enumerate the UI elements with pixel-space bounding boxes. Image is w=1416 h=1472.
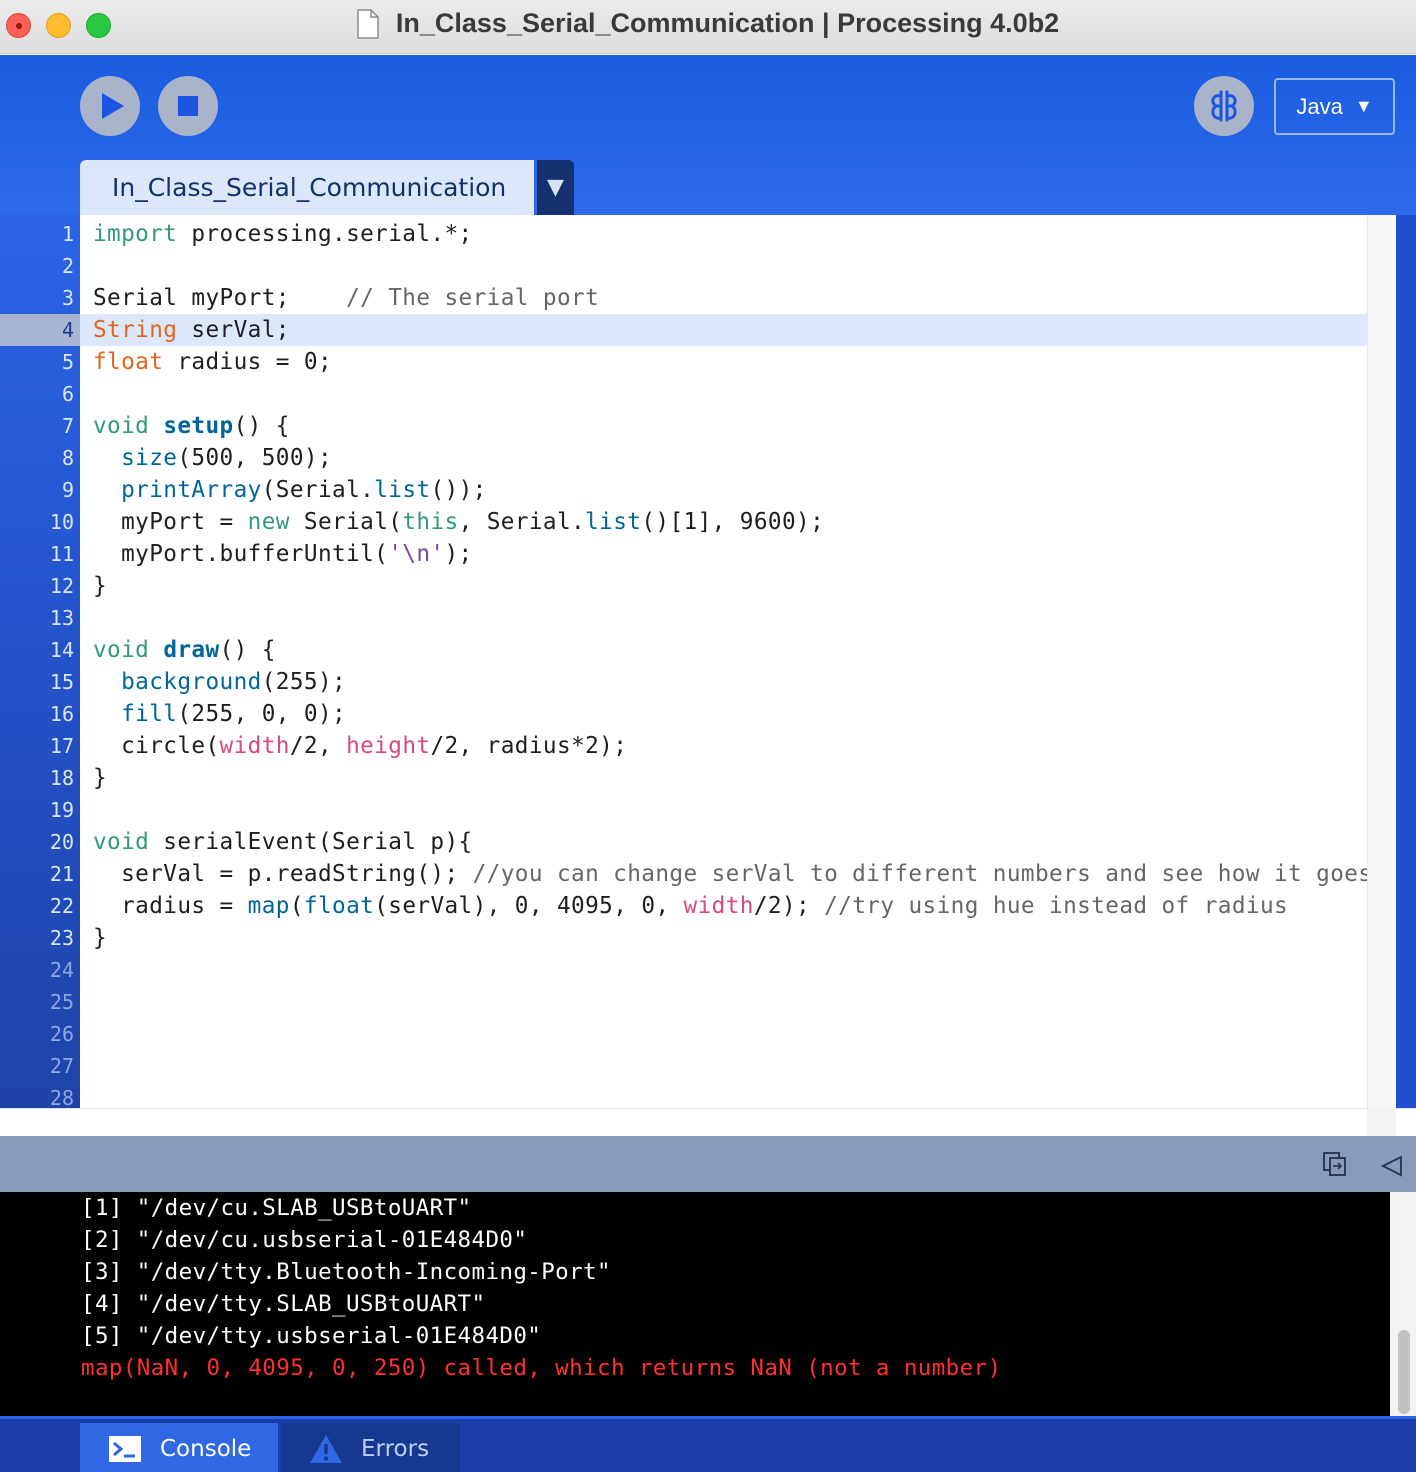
code-line: Serial myPort; // The serial port [93, 285, 600, 311]
editor-right-margin [1396, 215, 1416, 1108]
line-number: 20 [49, 830, 74, 854]
copy-icon[interactable] [1322, 1151, 1348, 1177]
tab-menu-button[interactable]: ▼ [537, 160, 574, 215]
tab-sketch[interactable]: In_Class_Serial_Communication [80, 160, 534, 215]
code-line: void draw() { [93, 637, 276, 663]
title-bar: In_Class_Serial_Communication | Processi… [0, 0, 1416, 54]
stop-icon [178, 96, 198, 116]
console-line: [1] "/dev/cu.SLAB_USBtoUART" [81, 1195, 472, 1221]
code-line: } [93, 925, 108, 951]
line-number: 3 [61, 286, 74, 310]
code-line: size(500, 500); [121, 445, 333, 471]
window-title: In_Class_Serial_Communication | Processi… [395, 8, 1060, 38]
code-line: serVal = p.readString(); //you can chang… [93, 861, 1367, 887]
console-line: [5] "/dev/tty.usbserial-01E484D0" [81, 1323, 542, 1349]
tab-console-label: Console [160, 1436, 252, 1462]
butterfly-icon [1211, 90, 1237, 122]
chevron-down-icon: ▼ [1354, 96, 1373, 116]
line-number: 13 [49, 606, 74, 630]
line-number: 14 [49, 638, 74, 662]
line-number: 9 [61, 478, 74, 502]
document-icon [357, 8, 379, 39]
console-error-line: map(NaN, 0, 4095, 0, 250) called, which … [81, 1355, 1002, 1381]
code-line: myPort = new Serial(this, Serial.list()[… [93, 509, 825, 535]
mode-label: Java [1296, 93, 1343, 119]
code-line: } [93, 765, 108, 791]
terminal-icon [109, 1436, 141, 1462]
line-number-gutter: 1 2 3 4 5 6 7 8 9 10 11 12 13 14 15 16 17 18 19 20 21 22 23 24 2… [0, 215, 80, 1108]
collapse-triangle-icon[interactable] [1380, 1154, 1404, 1178]
line-number: 22 [49, 894, 74, 918]
chevron-down-icon: ▼ [547, 175, 564, 200]
line-number: 26 [49, 1022, 74, 1046]
line-number: 10 [49, 510, 74, 534]
line-number: 18 [49, 766, 74, 790]
line-number: 24 [49, 958, 74, 982]
code-line: String serVal; [93, 317, 290, 343]
code-line: fill(255, 0, 0); [121, 701, 347, 727]
tab-label: In_Class_Serial_Communication [112, 173, 507, 202]
line-number: 1 [61, 222, 74, 246]
window-title-group: In_Class_Serial_Communication | Processi… [0, 8, 1416, 39]
line-number: 21 [49, 862, 74, 886]
tab-console[interactable]: Console [80, 1423, 278, 1472]
scrollbar-corner [1367, 1108, 1396, 1136]
editor-horizontal-scrollbar[interactable] [0, 1108, 1416, 1136]
code-line: void serialEvent(Serial p){ [93, 829, 473, 855]
line-number: 2 [61, 254, 74, 278]
console-output[interactable]: [1] "/dev/cu.SLAB_USBtoUART" [2] "/dev/c… [0, 1192, 1390, 1416]
code-line: circle(width/2, height/2, radius*2); [93, 733, 628, 759]
code-line: myPort.bufferUntil('\n'); [93, 541, 473, 567]
bottom-tab-bar: Console Errors [0, 1416, 1416, 1472]
play-icon [102, 93, 124, 119]
debug-button[interactable] [1194, 76, 1254, 136]
console-scroll-thumb[interactable] [1398, 1330, 1410, 1414]
editor-vertical-scrollbar[interactable] [1367, 215, 1396, 1108]
tab-errors[interactable]: Errors [281, 1423, 460, 1472]
line-number: 6 [61, 382, 74, 406]
line-number: 4 [0, 314, 80, 346]
line-number: 25 [49, 990, 74, 1014]
line-number: 27 [49, 1054, 74, 1078]
line-number: 7 [61, 414, 74, 438]
console-line: [2] "/dev/cu.usbserial-01E484D0" [81, 1227, 528, 1253]
line-number: 12 [49, 574, 74, 598]
line-number: 5 [61, 350, 74, 374]
code-line: float radius = 0; [93, 349, 333, 375]
line-number: 8 [61, 446, 74, 470]
tab-errors-label: Errors [361, 1436, 430, 1462]
line-number: 23 [49, 926, 74, 950]
console-header [0, 1136, 1416, 1192]
code-line: background(255); [121, 669, 347, 695]
line-number: 11 [49, 542, 74, 566]
warning-icon [310, 1435, 342, 1463]
line-number: 16 [49, 702, 74, 726]
line-number: 15 [49, 670, 74, 694]
console-line: [3] "/dev/tty.Bluetooth-Incoming-Port" [81, 1259, 611, 1285]
code-line: } [93, 573, 108, 599]
line-number: 28 [49, 1086, 74, 1108]
console-line: [4] "/dev/tty.SLAB_USBtoUART" [81, 1291, 486, 1317]
code-line: printArray(Serial.list()); [121, 477, 487, 503]
stop-button[interactable] [158, 76, 218, 136]
code-editor[interactable]: import processing.serial.*; Serial myPor… [80, 215, 1367, 1108]
code-line: void setup() { [93, 413, 290, 439]
line-number: 17 [49, 734, 74, 758]
run-button[interactable] [80, 76, 140, 136]
code-line: import processing.serial.*; [93, 221, 473, 247]
line-number: 19 [49, 798, 74, 822]
code-line: radius = map(float(serVal), 0, 4095, 0, … [93, 893, 1289, 919]
mode-selector[interactable]: Java ▼ [1274, 78, 1395, 135]
